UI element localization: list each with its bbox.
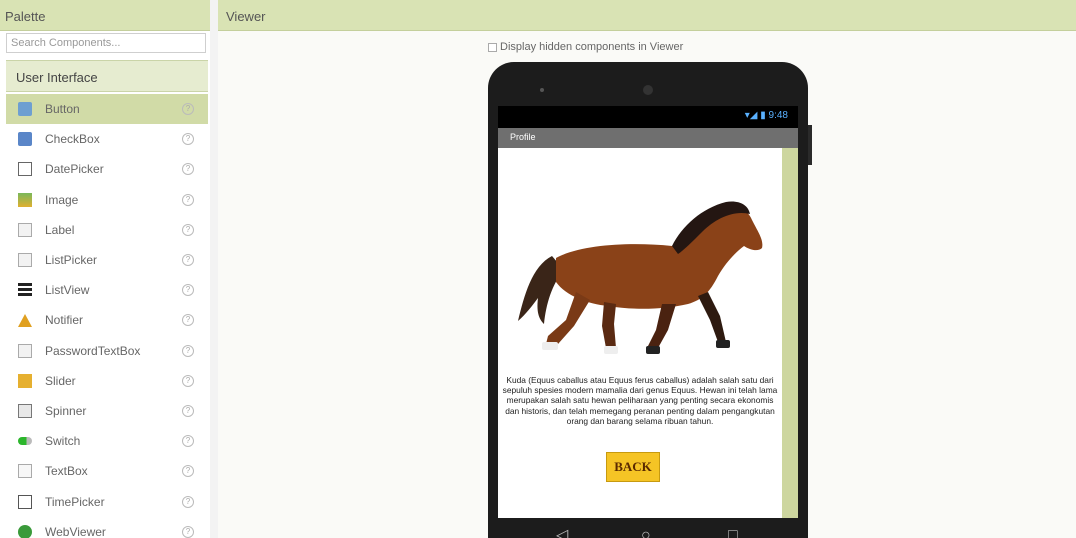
component-list: Button? CheckBox? DatePicker? Image? Label? L…	[6, 94, 208, 538]
slider-icon	[18, 373, 32, 388]
help-icon[interactable]: ?	[182, 254, 194, 267]
palette-item-datepicker[interactable]: DatePicker?	[6, 154, 208, 184]
nav-back-icon[interactable]: ◁	[556, 528, 568, 538]
app-inventor-designer: Palette User Interface Button?CheckBox?D…	[0, 0, 1076, 538]
palette-item-switch[interactable]: Switch?	[6, 426, 208, 456]
palette-item-label: ListView	[45, 283, 90, 298]
palette-item-notifier[interactable]: Notifier?	[6, 305, 208, 335]
palette-item-checkbox[interactable]: CheckBox?	[6, 124, 208, 154]
palette-item-label: Slider	[45, 373, 76, 388]
datepicker-icon	[18, 162, 32, 177]
android-nav-bar: ◁ ○ □	[498, 518, 798, 538]
screen-title: Profile	[510, 132, 536, 142]
palette-item-label: Spinner	[45, 403, 87, 418]
palette-item-webviewer[interactable]: WebViewer?	[6, 517, 208, 538]
textbox-icon	[18, 464, 32, 479]
help-icon[interactable]: ?	[182, 435, 194, 448]
back-button[interactable]: BACK	[606, 452, 660, 482]
palette-item-label: Notifier	[45, 313, 84, 328]
palette-item-label: WebViewer	[45, 524, 106, 538]
phone-side-button	[808, 125, 812, 165]
palette-panel: Palette User Interface Button?CheckBox?D…	[0, 0, 210, 538]
nav-home-icon[interactable]: ○	[641, 528, 651, 538]
palette-item-label: TimePicker	[45, 494, 105, 509]
search-components-input[interactable]	[6, 33, 206, 53]
help-icon[interactable]: ?	[182, 495, 194, 508]
display-hidden-label: Display hidden components in Viewer	[500, 41, 684, 53]
palette-item-label: TextBox	[45, 464, 88, 479]
help-icon[interactable]: ?	[182, 163, 194, 176]
help-icon[interactable]: ?	[182, 223, 194, 236]
help-icon[interactable]: ?	[182, 284, 194, 297]
timepicker-icon	[18, 494, 32, 509]
status-icons: ▾◢ ▮ 9:48	[744, 110, 788, 121]
button-icon	[18, 102, 32, 117]
phone-screen: Kuda (Equus caballus atau Equus ferus ca…	[498, 148, 798, 518]
palette-item-label: Image	[45, 192, 79, 207]
earpiece-icon	[643, 85, 653, 95]
palette-item-label: Button	[45, 102, 80, 117]
switch-icon	[18, 437, 32, 446]
palette-item-label: CheckBox	[45, 132, 100, 147]
palette-item-slider[interactable]: Slider?	[6, 366, 208, 396]
screen-content: Kuda (Equus caballus atau Equus ferus ca…	[498, 148, 782, 518]
palette-item-listview[interactable]: ListView?	[6, 275, 208, 305]
palette-item-timepicker[interactable]: TimePicker?	[6, 486, 208, 516]
image-icon	[18, 192, 32, 207]
phone-preview: ▾◢ ▮ 9:48 Profile Kuda (Equus caballus a…	[488, 62, 808, 538]
notifier-icon	[18, 313, 32, 327]
palette-item-button[interactable]: Button?	[6, 94, 208, 125]
viewer-panel: Viewer Display hidden components in View…	[218, 0, 1076, 538]
help-icon[interactable]: ?	[182, 344, 194, 357]
listpicker-icon	[18, 253, 32, 268]
palette-item-image[interactable]: Image?	[6, 185, 208, 215]
help-icon[interactable]: ?	[182, 465, 194, 478]
palette-item-listpicker[interactable]: ListPicker?	[6, 245, 208, 275]
label-icon	[18, 222, 32, 237]
palette-item-label: DatePicker	[45, 162, 104, 177]
palette-item-textbox[interactable]: TextBox?	[6, 456, 208, 486]
viewer-title: Viewer	[218, 0, 1076, 31]
horse-image[interactable]	[512, 196, 768, 366]
checkbox-box[interactable]	[488, 42, 497, 52]
spinner-icon	[18, 403, 32, 418]
help-icon[interactable]: ?	[182, 404, 194, 417]
horse-description: Kuda (Equus caballus atau Equus ferus ca…	[502, 375, 778, 426]
help-icon[interactable]: ?	[182, 374, 194, 387]
listview-icon	[18, 283, 32, 298]
palette-item-label: ListPicker	[45, 253, 98, 268]
screen-title-bar: Profile	[498, 128, 798, 148]
password-icon	[18, 343, 32, 358]
nav-recent-icon[interactable]: □	[728, 528, 738, 538]
category-user-interface[interactable]: User Interface	[6, 60, 208, 92]
palette-item-label: PasswordTextBox	[45, 343, 141, 358]
help-icon[interactable]: ?	[182, 193, 194, 206]
help-icon[interactable]: ?	[182, 103, 194, 116]
help-icon[interactable]: ?	[182, 525, 194, 538]
palette-item-label[interactable]: Label?	[6, 215, 208, 245]
panel-divider[interactable]	[210, 0, 218, 538]
camera-icon	[540, 88, 544, 92]
palette-item-label: Switch	[45, 434, 81, 449]
palette-item-passwordtextbox[interactable]: PasswordTextBox?	[6, 336, 208, 366]
help-icon[interactable]: ?	[182, 314, 194, 327]
palette-item-spinner[interactable]: Spinner?	[6, 396, 208, 426]
webviewer-icon	[18, 524, 32, 538]
checkbox-icon	[18, 132, 32, 147]
help-icon[interactable]: ?	[182, 133, 194, 146]
status-bar: ▾◢ ▮ 9:48	[498, 106, 798, 128]
display-hidden-checkbox[interactable]: Display hidden components in Viewer	[488, 41, 683, 53]
palette-title: Palette	[0, 0, 210, 31]
palette-item-label: Label	[45, 222, 75, 237]
